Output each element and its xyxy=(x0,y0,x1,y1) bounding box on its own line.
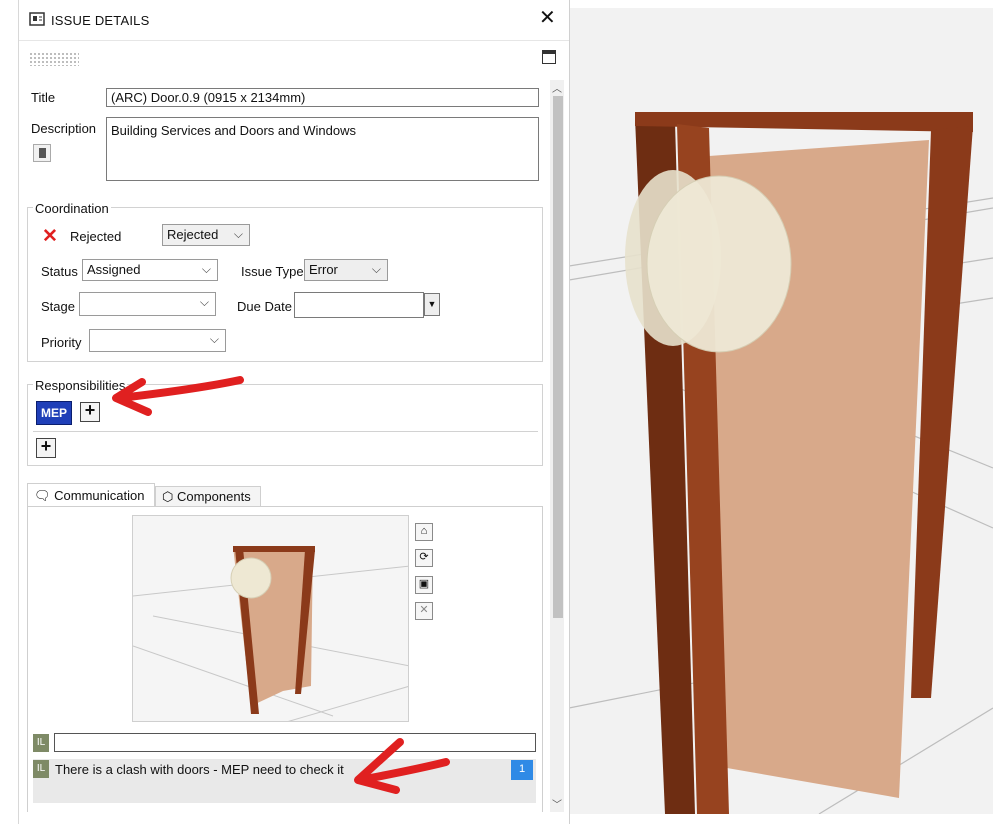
due-date-field[interactable] xyxy=(294,292,424,318)
calendar-dropdown-icon[interactable]: ▼ xyxy=(424,293,440,316)
cube-icon: ⬡ xyxy=(162,489,174,504)
camera-view-icon[interactable]: ⌂ xyxy=(415,523,433,541)
model-viewport[interactable] xyxy=(568,8,994,815)
chevron-down-icon: ⌵ xyxy=(201,262,211,276)
scroll-up-icon[interactable]: ︿ xyxy=(552,80,562,95)
due-date-label: Due Date xyxy=(237,299,292,314)
comment-text: There is a clash with doors - MEP need t… xyxy=(55,762,344,777)
comment-author-avatar: IL xyxy=(33,760,49,778)
door-3d-render xyxy=(568,112,994,815)
scroll-down-icon[interactable]: ﹀ xyxy=(552,796,562,811)
priority-label: Priority xyxy=(41,335,82,350)
responsibilities-group xyxy=(27,384,543,466)
priority-dropdown[interactable]: ⌵ xyxy=(89,329,226,352)
comment-input[interactable] xyxy=(54,733,536,752)
chevron-down-icon: ⌵ xyxy=(209,332,219,346)
issue-details-panel: ISSUE DETAILS ✕ Title (ARC) Door.0.9 (09… xyxy=(18,0,570,824)
description-field[interactable]: Building Services and Doors and Windows xyxy=(106,117,539,181)
reject-icon: ✕ xyxy=(42,226,58,247)
restore-window-icon[interactable] xyxy=(542,50,556,64)
description-label: Description xyxy=(31,121,97,136)
chevron-down-icon: ⌵ xyxy=(371,262,381,276)
tab-components[interactable]: ⬡ Components xyxy=(155,486,261,507)
chevron-down-icon: ⌵ xyxy=(199,295,209,309)
mep-responsibility-badge[interactable]: MEP xyxy=(36,401,72,425)
scrollbar-thumb[interactable] xyxy=(553,96,563,618)
issue-type-label: Issue Type xyxy=(241,264,304,279)
annotation-arrow xyxy=(352,736,454,794)
image-icon[interactable]: ▣ xyxy=(415,576,433,594)
viewpoint-snapshot[interactable] xyxy=(132,515,409,722)
issue-type-dropdown[interactable]: Error ⌵ xyxy=(304,259,388,281)
annotation-arrow xyxy=(112,374,252,418)
comment-count-badge[interactable]: 1 xyxy=(511,760,533,780)
author-avatar: IL xyxy=(33,734,49,752)
refresh-icon[interactable]: ⟳ xyxy=(415,549,433,567)
delete-icon[interactable]: ✕ xyxy=(415,602,433,620)
close-icon[interactable]: ✕ xyxy=(539,8,556,28)
rejected-state-label: Rejected xyxy=(70,229,122,244)
window-title: ISSUE DETAILS xyxy=(51,13,150,28)
title-field[interactable]: (ARC) Door.0.9 (0915 x 2134mm) xyxy=(106,88,539,107)
add-label-button[interactable]: + xyxy=(36,437,56,458)
chevron-down-icon: ⌵ xyxy=(233,227,243,241)
drag-grip[interactable] xyxy=(29,52,79,66)
add-responsibility-button[interactable]: + xyxy=(80,401,100,422)
speech-bubble-icon: 🗨 xyxy=(34,488,51,503)
status-label: Status xyxy=(41,264,78,279)
divider xyxy=(19,40,569,41)
stage-label: Stage xyxy=(41,299,75,314)
approval-dropdown[interactable]: Rejected ⌵ xyxy=(162,224,250,246)
coordination-legend: Coordination xyxy=(33,201,111,216)
stage-dropdown[interactable]: ⌵ xyxy=(79,292,216,316)
title-label: Title xyxy=(31,90,56,105)
tab-communication[interactable]: 🗨 Communication xyxy=(27,483,155,507)
issue-icon xyxy=(29,12,45,26)
document-icon[interactable] xyxy=(33,144,51,162)
status-dropdown[interactable]: Assigned ⌵ xyxy=(82,259,218,281)
divider xyxy=(33,431,538,432)
